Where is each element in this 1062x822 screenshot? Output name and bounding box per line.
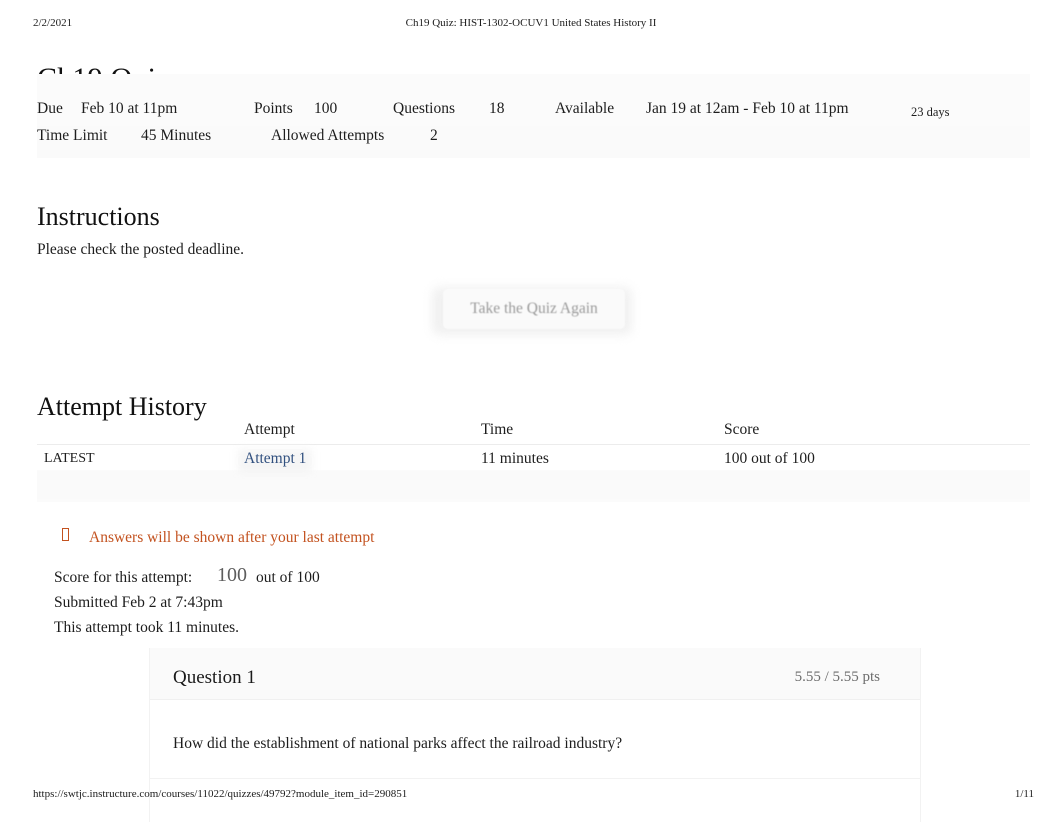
question-title: Question 1 bbox=[173, 667, 256, 688]
allowed-attempts-value: 2 bbox=[430, 127, 438, 144]
score-value: 100 bbox=[217, 564, 247, 586]
print-header: 2/2/2021 Ch19 Quiz: HIST-1302-OCUV1 Unit… bbox=[0, 17, 1062, 33]
due-value: Feb 10 at 11pm bbox=[81, 100, 178, 117]
score-line: Score for this attempt: 100 out of 100 bbox=[54, 564, 320, 591]
column-header-time: Time bbox=[481, 421, 514, 438]
available-duration: 23 days bbox=[911, 105, 950, 119]
instructions-body: Please check the posted deadline. bbox=[37, 241, 245, 258]
answers-notice-text: Answers will be shown after your last at… bbox=[89, 529, 375, 546]
question-divider bbox=[150, 778, 920, 779]
available-value: Jan 19 at 12am - Feb 10 at 11pm bbox=[646, 100, 849, 117]
question-text: How did the establishment of national pa… bbox=[173, 735, 623, 752]
question-points: 5.55 / 5.55 pts bbox=[794, 669, 880, 685]
time-limit-value: 45 Minutes bbox=[141, 127, 212, 144]
quiz-meta-band-primary bbox=[37, 74, 1030, 126]
take-quiz-again-button[interactable]: Take the Quiz Again bbox=[443, 289, 625, 329]
print-footer: https://swtjc.instructure.com/courses/11… bbox=[0, 788, 1062, 804]
attempt-history-divider bbox=[37, 444, 1030, 445]
due-label: Due bbox=[37, 100, 63, 117]
instructions-heading: Instructions bbox=[37, 201, 160, 231]
missing-glyph-box-icon bbox=[62, 528, 69, 541]
time-limit-label: Time Limit bbox=[37, 127, 108, 144]
question-header: Question 1 5.55 / 5.55 pts bbox=[150, 648, 920, 700]
print-footer-page: 1/11 bbox=[1014, 788, 1034, 800]
attempt-score: 100 out of 100 bbox=[724, 450, 815, 467]
score-out-of: out of 100 bbox=[256, 569, 320, 586]
attempt-time: 11 minutes bbox=[481, 450, 549, 467]
points-label: Points bbox=[254, 100, 293, 117]
submitted-timestamp: Submitted Feb 2 at 7:43pm bbox=[54, 594, 223, 611]
attempt-history-row-band-lower bbox=[37, 471, 1030, 499]
attempt-history-header-row: Attempt Time Score bbox=[37, 418, 1030, 445]
allowed-attempts-label: Allowed Attempts bbox=[271, 127, 385, 144]
attempt-1-link[interactable]: Attempt 1 bbox=[244, 447, 306, 471]
attempt-summary: Score for this attempt: 100 out of 100 S… bbox=[54, 564, 320, 640]
table-row: LATEST Attempt 1 11 minutes 100 out of 1… bbox=[37, 447, 1030, 471]
score-label: Score for this attempt: bbox=[54, 569, 193, 586]
questions-value: 18 bbox=[489, 100, 505, 117]
retake-quiz-container: Take the Quiz Again bbox=[432, 287, 632, 335]
available-label: Available bbox=[555, 100, 615, 117]
latest-badge: LATEST bbox=[44, 451, 95, 466]
points-value: 100 bbox=[314, 100, 338, 117]
column-header-score: Score bbox=[724, 421, 760, 438]
attempt-duration: This attempt took 11 minutes. bbox=[54, 618, 239, 636]
questions-label: Questions bbox=[393, 100, 455, 117]
print-footer-url: https://swtjc.instructure.com/courses/11… bbox=[33, 788, 408, 800]
column-header-attempt: Attempt bbox=[244, 421, 295, 438]
print-header-title: Ch19 Quiz: HIST-1302-OCUV1 United States… bbox=[405, 17, 657, 29]
